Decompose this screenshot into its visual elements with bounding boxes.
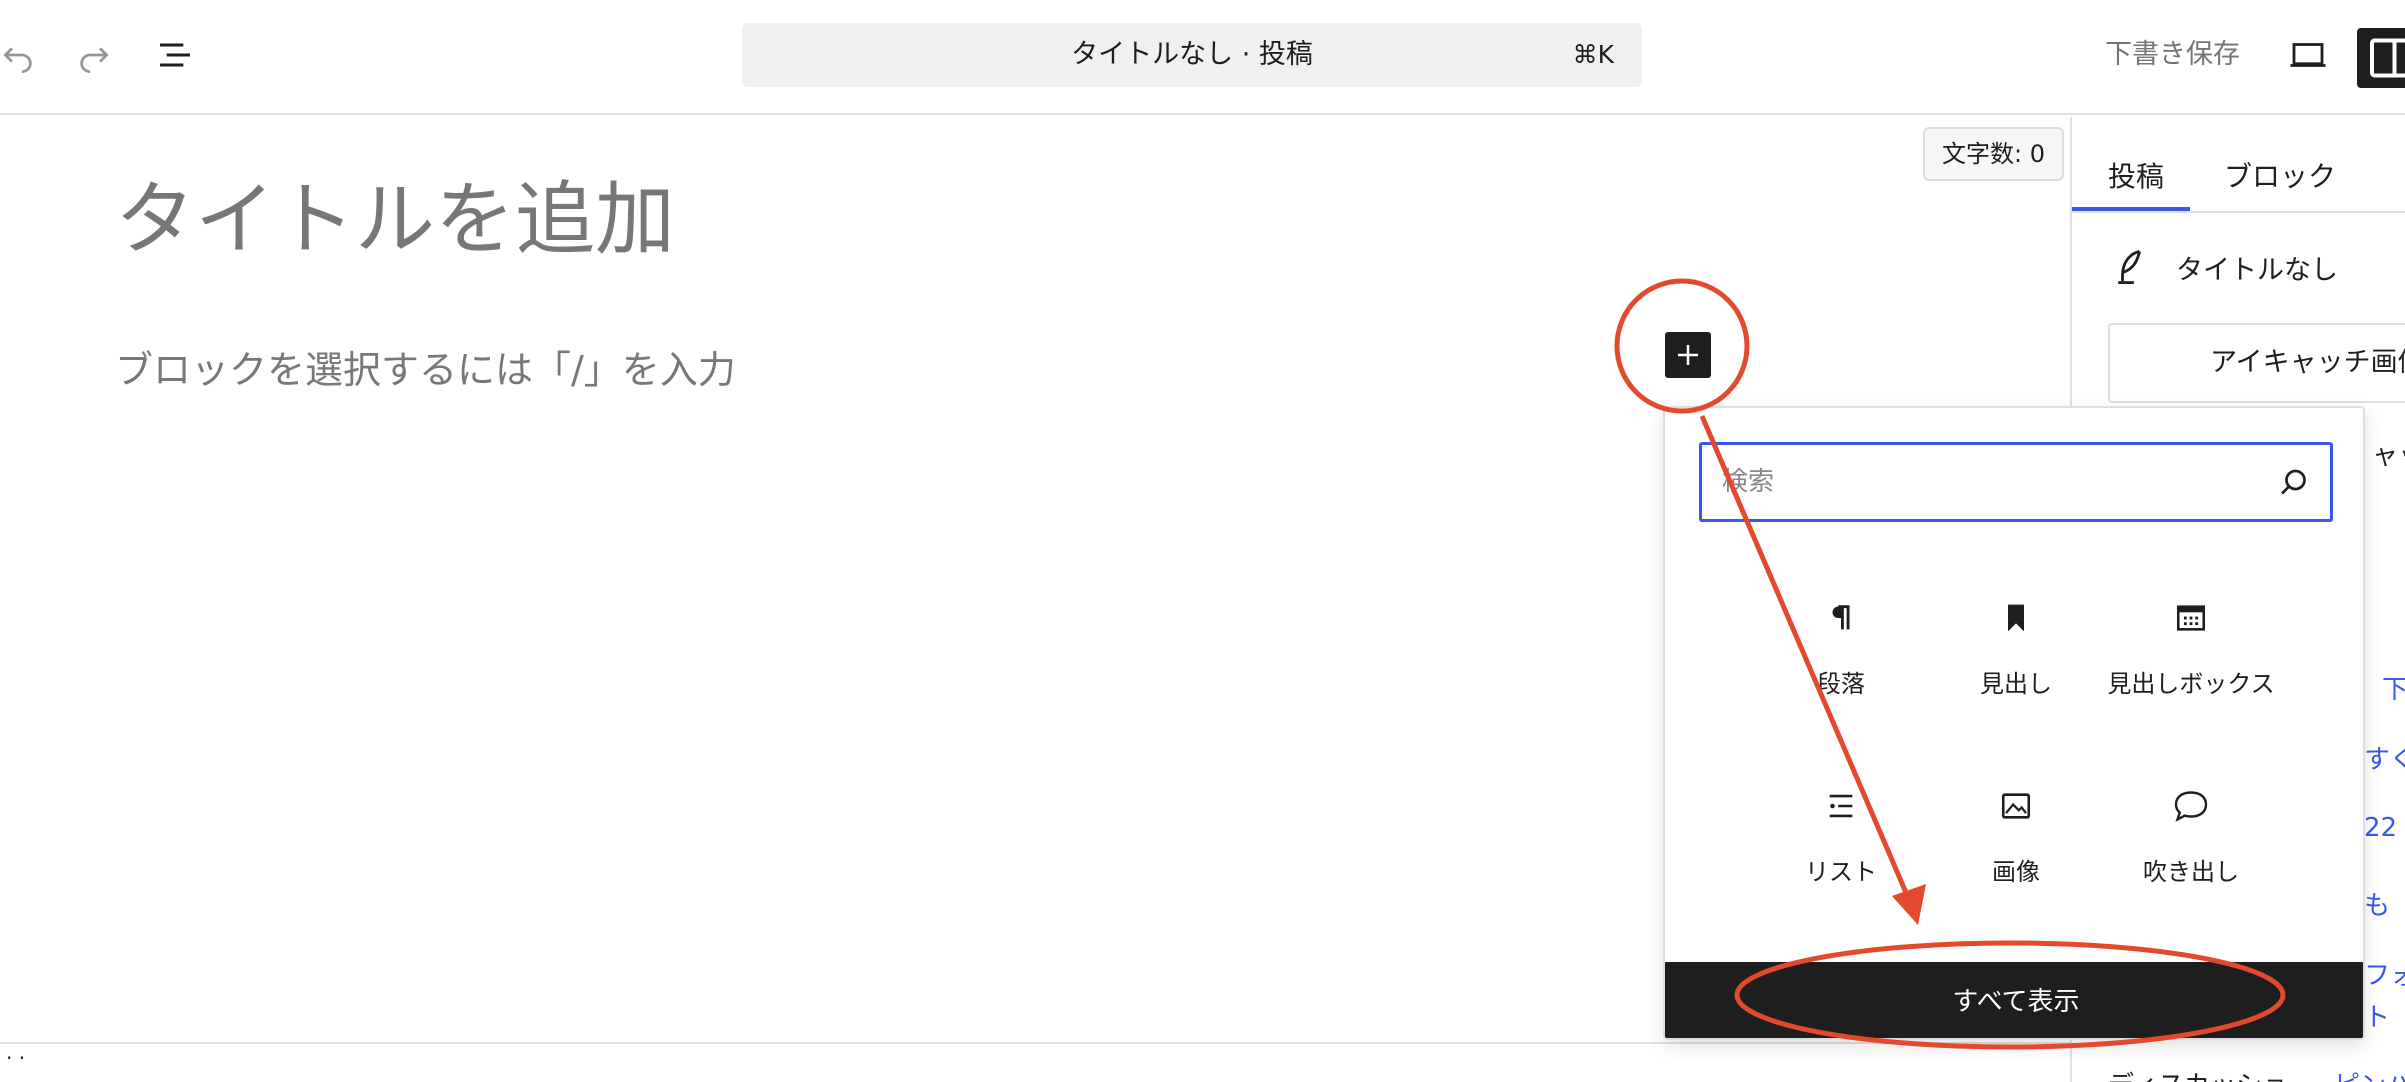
tabs-divider (2072, 211, 2405, 213)
post-title-label: タイトルなし (2176, 254, 2338, 286)
heading-bookmark-icon (1992, 594, 2040, 642)
word-count-badge: 文字数: 0 (1923, 127, 2064, 181)
footer-dots: · · (6, 1046, 26, 1070)
sidebar-link-fragment[interactable]: も (2364, 885, 2390, 922)
pingback-link[interactable]: ピンバ (2334, 1065, 2405, 1082)
list-view-icon[interactable] (150, 30, 200, 80)
redo-icon[interactable] (70, 30, 120, 80)
editor-toolbar: タイトルなし · 投稿 ⌘K 下書き保存 (0, 0, 2405, 115)
search-icon (2281, 469, 2306, 495)
image-icon (1992, 782, 2040, 830)
block-label: 段落 (1817, 670, 1865, 698)
sidebar-link-fragment[interactable]: フォ (2364, 955, 2405, 992)
block-label: 画像 (1992, 858, 2040, 886)
desktop-icon[interactable] (2283, 30, 2333, 80)
block-item-heading-box[interactable]: 見出しボックス (2086, 594, 2296, 744)
block-item-speech-bubble[interactable]: 吹き出し (2086, 782, 2296, 932)
block-search-field[interactable] (1699, 442, 2333, 522)
list-icon (1817, 782, 1865, 830)
tab-block[interactable]: ブロック (2224, 137, 2336, 217)
document-title: タイトルなし · 投稿 (1071, 39, 1313, 70)
feather-icon (2118, 250, 2141, 284)
block-label: リスト (1805, 858, 1877, 886)
sidebar-link-fragment[interactable]: すぐ (2364, 739, 2405, 776)
post-title-input[interactable]: タイトルを追加 (115, 165, 675, 275)
tab-post[interactable]: 投稿 (2108, 137, 2164, 217)
block-label: 吹き出し (2143, 858, 2239, 886)
plus-icon (1678, 345, 1698, 365)
sidebar-link-fragment[interactable]: 下 (2382, 669, 2405, 706)
sidebar-icon (2370, 38, 2405, 78)
settings-button[interactable] (2357, 28, 2405, 88)
featured-image-button[interactable]: アイキャッチ画像 (2108, 323, 2405, 403)
block-search-input[interactable] (1722, 445, 2282, 519)
block-label: 見出しボックス (2107, 670, 2275, 698)
command-palette-bar[interactable]: タイトルなし · 投稿 ⌘K (742, 23, 1642, 87)
save-draft-button[interactable]: 下書き保存 (2105, 32, 2240, 78)
paragraph-icon (1817, 594, 1865, 642)
block-inserter-popover: 段落 見出し 見出しボックス リスト 画像 吹き出し すべて表示 (1663, 406, 2365, 1040)
block-placeholder[interactable]: ブロックを選択するには「/」を入力 (115, 340, 736, 400)
block-inserter-button[interactable] (1665, 332, 1711, 378)
show-all-button[interactable]: すべて表示 (1665, 962, 2363, 1038)
sidebar-link-fragment[interactable]: 22 (2364, 813, 2397, 843)
discussion-label: ディスカッショ (2108, 1065, 2288, 1082)
heading-box-icon (2167, 594, 2215, 642)
post-summary: タイトルなし (2114, 242, 2338, 292)
shortcut-hint: ⌘K (1572, 40, 1614, 69)
block-label: 見出し (1980, 670, 2052, 698)
undo-icon[interactable] (0, 30, 42, 80)
editor-footer: · · (0, 1042, 2070, 1082)
sidebar-fragment: ャッ (2372, 441, 2405, 471)
sidebar-link-fragment[interactable]: ト (2364, 997, 2390, 1034)
speech-bubble-icon (2167, 782, 2215, 830)
